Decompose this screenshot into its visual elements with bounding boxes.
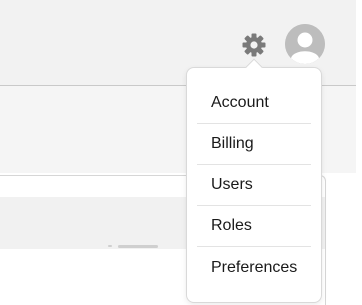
gear-icon[interactable] — [240, 31, 268, 59]
placeholder-dot — [108, 245, 112, 247]
page-edge — [356, 0, 362, 305]
settings-menu-list: Account Billing Users Roles Preferences — [197, 83, 311, 288]
menu-item-roles[interactable]: Roles — [197, 206, 311, 247]
settings-dropdown-menu: Account Billing Users Roles Preferences — [186, 67, 322, 303]
user-avatar-icon[interactable] — [285, 24, 325, 64]
menu-item-users[interactable]: Users — [197, 165, 311, 206]
placeholder-line — [118, 245, 158, 248]
menu-item-preferences[interactable]: Preferences — [197, 247, 311, 288]
app-page: Account Billing Users Roles Preferences — [0, 0, 362, 305]
menu-item-account[interactable]: Account — [197, 83, 311, 124]
menu-item-billing[interactable]: Billing — [197, 124, 311, 165]
